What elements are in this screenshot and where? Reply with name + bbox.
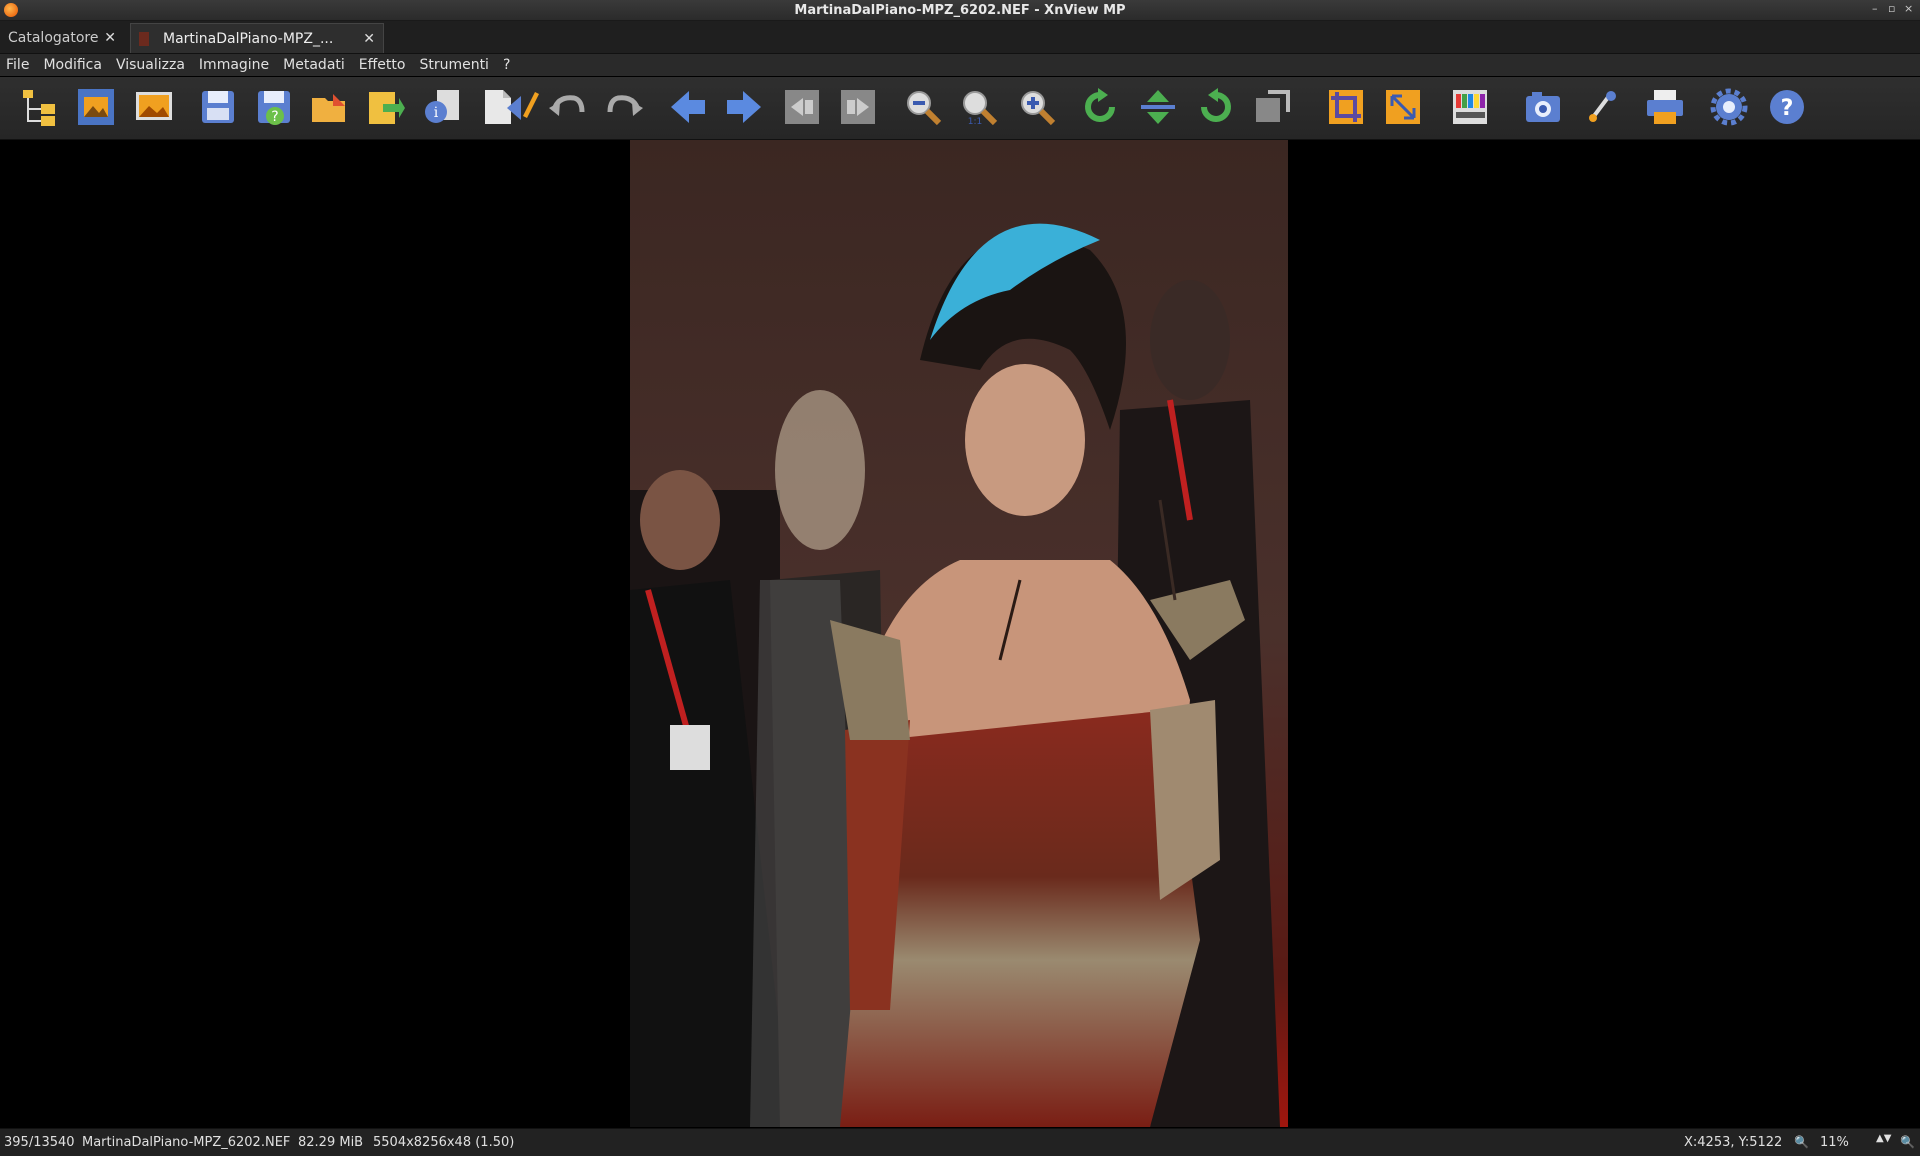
svg-text:?: ?: [271, 109, 278, 125]
menu-visualizza[interactable]: Visualizza: [116, 57, 185, 73]
zoom-fit-icon[interactable]: 🔍: [1900, 1135, 1915, 1149]
svg-text:?: ?: [1781, 96, 1794, 121]
browser-icon[interactable]: [18, 85, 62, 129]
adjust-colors-icon[interactable]: [1448, 85, 1492, 129]
menu-help[interactable]: ?: [503, 57, 510, 73]
properties-icon[interactable]: i: [420, 85, 464, 129]
menu-bar: File Modifica Visualizza Immagine Metada…: [0, 54, 1920, 76]
status-filename: MartinaDalPiano-MPZ_6202.NEF: [82, 1135, 291, 1150]
window-title: MartinaDalPiano-MPZ_6202.NEF - XnView MP: [794, 2, 1126, 18]
photo-illustration: [630, 140, 1288, 1127]
rotate-left-icon[interactable]: [1079, 85, 1123, 129]
redo-icon[interactable]: [603, 85, 647, 129]
status-filesize: 82.29 MiB: [298, 1135, 364, 1150]
tab-label: Catalogatore: [8, 30, 99, 46]
minimize-button[interactable]: –: [1872, 2, 1878, 15]
status-bar: 395/13540 MartinaDalPiano-MPZ_6202.NEF 8…: [0, 1128, 1920, 1156]
capture-icon[interactable]: [1521, 85, 1565, 129]
edit-icon[interactable]: [500, 85, 544, 129]
flip-icon[interactable]: [1136, 85, 1180, 129]
maximize-button[interactable]: ▫: [1888, 2, 1895, 15]
zoom-spinner-icon[interactable]: ▲▼: [1876, 1133, 1891, 1144]
zoom-out-icon[interactable]: [901, 85, 945, 129]
image-viewer[interactable]: [0, 140, 1920, 1127]
image-thumbnail-icon: [139, 31, 149, 46]
close-window-button[interactable]: ×: [1904, 2, 1913, 15]
tab-catalogatore[interactable]: Catalogatore ✕: [0, 23, 124, 53]
open-with-icon[interactable]: [308, 85, 352, 129]
tab-bar: Catalogatore ✕ MartinaDalPiano-MPZ_... ✕: [0, 21, 1920, 54]
rotate-right-icon[interactable]: [1193, 85, 1237, 129]
settings-icon[interactable]: [1707, 85, 1751, 129]
help-icon[interactable]: ?: [1765, 85, 1809, 129]
effects-icon[interactable]: [1580, 85, 1624, 129]
toolbar: ? i 1:1 ?: [0, 77, 1920, 140]
print-icon[interactable]: [1643, 85, 1687, 129]
tab-close-icon[interactable]: ✕: [363, 31, 375, 47]
next-icon[interactable]: [722, 85, 766, 129]
svg-text:i: i: [434, 105, 439, 121]
tab-close-icon[interactable]: ✕: [104, 30, 116, 46]
menu-effetto[interactable]: Effetto: [359, 57, 406, 73]
resize-icon[interactable]: [1381, 85, 1425, 129]
tab-label: MartinaDalPiano-MPZ_...: [163, 30, 334, 47]
previous-icon[interactable]: [666, 85, 710, 129]
crop-icon[interactable]: [1324, 85, 1368, 129]
last-icon[interactable]: [836, 85, 880, 129]
menu-metadati[interactable]: Metadati: [283, 57, 345, 73]
zoom-in-icon[interactable]: [1015, 85, 1059, 129]
displayed-photo: [630, 140, 1288, 1127]
zoom-1to1-icon[interactable]: 1:1: [957, 85, 1001, 129]
set-wallpaper-icon[interactable]: [132, 85, 176, 129]
export-icon[interactable]: [364, 85, 408, 129]
menu-file[interactable]: File: [6, 57, 29, 73]
status-dimensions: 5504x8256x48 (1.50): [373, 1135, 515, 1150]
svg-text:1:1: 1:1: [968, 117, 982, 127]
image-position: 395/13540: [4, 1135, 75, 1150]
zoom-icon: 🔍: [1794, 1135, 1809, 1149]
cursor-coordinates: X:4253, Y:5122: [1684, 1135, 1783, 1150]
undo-icon[interactable]: [545, 85, 589, 129]
save-as-icon[interactable]: ?: [252, 85, 296, 129]
menu-immagine[interactable]: Immagine: [199, 57, 269, 73]
title-bar: MartinaDalPiano-MPZ_6202.NEF - XnView MP…: [0, 0, 1920, 21]
menu-strumenti[interactable]: Strumenti: [419, 57, 489, 73]
save-icon[interactable]: [196, 85, 240, 129]
zoom-level-input[interactable]: 11%: [1820, 1135, 1849, 1150]
first-icon[interactable]: [780, 85, 824, 129]
transform-icon[interactable]: [1251, 85, 1295, 129]
menu-modifica[interactable]: Modifica: [43, 57, 102, 73]
app-logo-icon: [4, 3, 18, 17]
fullscreen-icon[interactable]: [74, 85, 118, 129]
tab-image[interactable]: MartinaDalPiano-MPZ_... ✕: [130, 23, 384, 53]
